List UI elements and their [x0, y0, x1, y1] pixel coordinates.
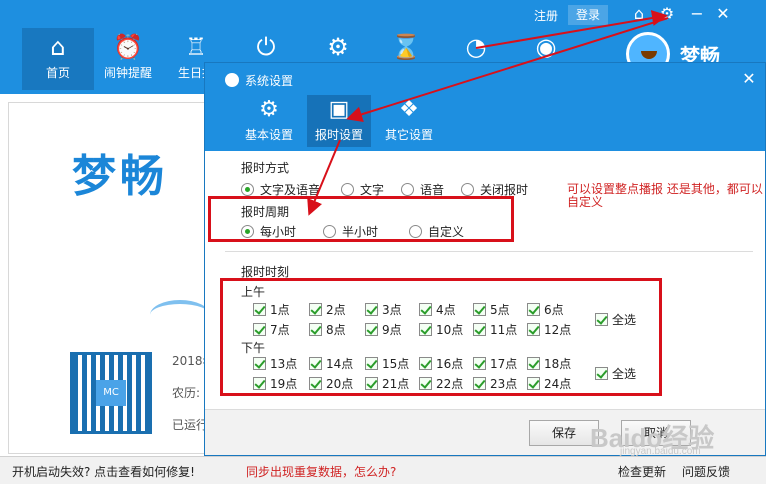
tab-home[interactable]: ⌂ 首页	[22, 28, 94, 90]
home-icon: ⌂	[50, 33, 66, 61]
settings-dialog: 系统设置 ✕ ⚙ 基本设置 ▣ 报时设置 ❖ 其它设置 报时方式 文字及语音 文…	[204, 62, 766, 456]
skin-icon[interactable]: ⌂	[628, 4, 650, 23]
tab-basic-settings[interactable]: ⚙ 基本设置	[237, 95, 301, 147]
dialog-title: 系统设置	[245, 74, 294, 88]
app-small-icon	[225, 73, 239, 87]
dialog-close-button[interactable]: ✕	[739, 69, 759, 88]
eye-icon: ◉	[535, 33, 557, 61]
gear-icon: ⚙	[259, 97, 279, 122]
watermark-url: jingyan.baidu.com	[620, 446, 701, 457]
sync-help-link[interactable]: 同步出现重复数据，怎么办?	[246, 463, 396, 480]
stopwatch-icon: ◔	[465, 33, 487, 61]
radio-dot	[401, 183, 414, 196]
settings-gear-icon[interactable]: ⚙	[656, 4, 678, 23]
swoosh-decoration	[150, 300, 210, 330]
power-icon: ⏻	[256, 33, 276, 61]
radio-dot	[241, 183, 254, 196]
mode-section-title: 报时方式	[241, 161, 290, 175]
status-bar: 开机启动失效? 点击查看如何修复! 同步出现重复数据，怎么办? 检查更新 问题反…	[0, 456, 766, 484]
close-button[interactable]: ✕	[712, 4, 734, 23]
section-divider	[225, 251, 753, 252]
minimize-button[interactable]: −	[686, 4, 708, 23]
lunar-text: 农历:	[172, 386, 201, 400]
qr-logo: MC	[96, 380, 126, 406]
feedback-link[interactable]: 问题反馈	[682, 463, 730, 480]
annotation-box-hours	[220, 278, 662, 396]
birthday-cake-icon: ♖	[185, 33, 207, 61]
cube-icon: ▣	[328, 97, 350, 122]
hourglass-icon: ⌛	[391, 33, 421, 61]
dialog-header: 系统设置 ✕ ⚙ 基本设置 ▣ 报时设置 ❖ 其它设置	[205, 63, 765, 151]
save-button[interactable]: 保存	[529, 420, 599, 446]
radio-dot	[341, 183, 354, 196]
tab-other-settings[interactable]: ❖ 其它设置	[377, 95, 441, 147]
register-link[interactable]: 注册	[534, 7, 558, 24]
radio-dot	[461, 183, 474, 196]
alarm-clock-icon: ⏰	[113, 33, 143, 61]
annotation-hint: 可以设置整点播报 还是其他，都可以自定义	[567, 182, 763, 209]
big-brand-logo: 梦畅	[72, 151, 168, 202]
running-text: 已运行	[172, 418, 209, 432]
gears-icon: ⚙	[327, 33, 349, 61]
annotation-box-period	[208, 196, 514, 242]
startup-fix-link[interactable]: 开机启动失效? 点击查看如何修复!	[12, 463, 195, 480]
login-button[interactable]: 登录	[568, 5, 608, 25]
tab-time-report-settings[interactable]: ▣ 报时设置	[307, 95, 371, 147]
diamonds-icon: ❖	[399, 97, 419, 122]
check-update-link[interactable]: 检查更新	[618, 463, 666, 480]
tab-alarm[interactable]: ⏰ 闹钟提醒	[92, 28, 164, 90]
